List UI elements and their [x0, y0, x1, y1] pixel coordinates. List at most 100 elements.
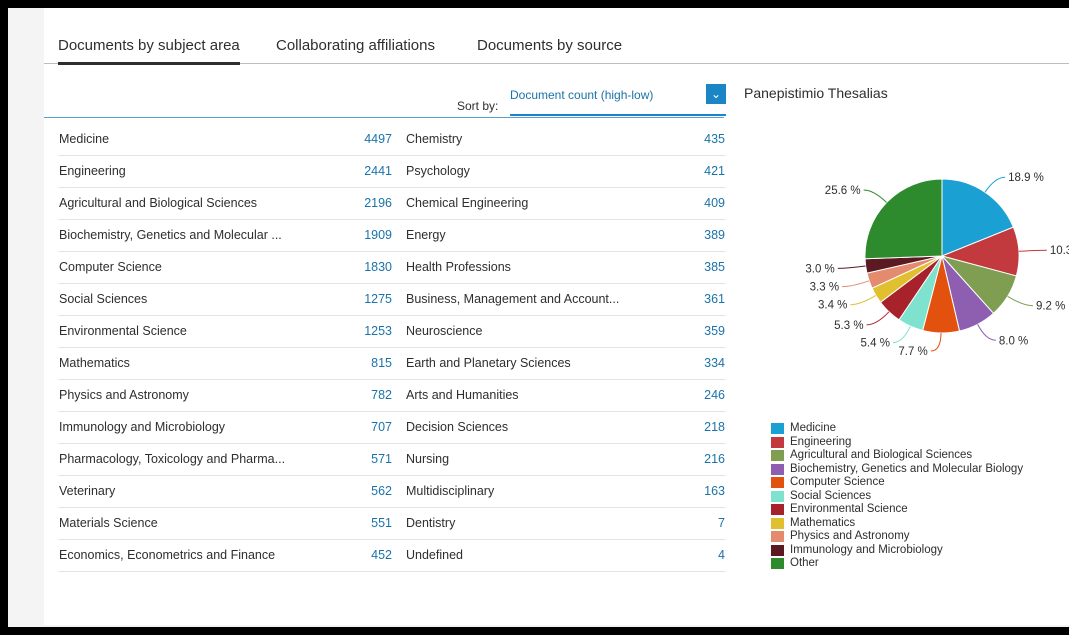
pie-slice[interactable]	[864, 178, 943, 260]
subject-name: Undefined	[406, 548, 463, 562]
tab-documents-by-subject-area[interactable]: Documents by subject area	[58, 37, 240, 65]
legend-label: Engineering	[790, 435, 852, 448]
frame: Documents by subject area Collaborating …	[8, 8, 1069, 627]
pie-data-label: 10.3 %	[1050, 245, 1069, 257]
document-count-link[interactable]: 1830	[329, 260, 392, 274]
table-row: Immunology and Microbiology 707 Decision S…	[59, 412, 725, 444]
pie-data-label: 7.7 %	[898, 346, 927, 358]
subject-name: Pharmacology, Toxicology and Pharma...	[59, 452, 286, 466]
subject-name: Agricultural and Biological Sciences	[59, 196, 258, 210]
pie-label-leader	[977, 324, 996, 341]
document-count-link[interactable]: 334	[665, 356, 725, 370]
document-count-link[interactable]: 562	[329, 484, 392, 498]
subject-name: Dentistry	[406, 516, 456, 530]
legend-label: Mathematics	[790, 516, 856, 529]
table-row: Veterinary 562 Multidisciplinary 163	[59, 476, 725, 508]
table-row: Computer Science 1830 Health Professions 38…	[59, 252, 725, 284]
document-count-link[interactable]: 815	[329, 356, 392, 370]
document-count-link[interactable]: 2196	[329, 196, 392, 210]
pie-data-label: 5.3 %	[834, 320, 863, 332]
document-count-link[interactable]: 4	[665, 548, 725, 562]
table-row: Agricultural and Biological Sciences 2196…	[59, 188, 725, 220]
document-count-link[interactable]: 409	[665, 196, 725, 210]
tab-bar: Documents by subject area Collaborating …	[44, 32, 1069, 65]
pie-chart: 18.9 % 10.3 % 9.2 % 8.0 % 7.7 % 5.4 % 5.3 % 3.4…	[805, 172, 1069, 358]
subject-name: Biochemistry, Genetics and Molecular ...	[59, 228, 282, 242]
document-count-link[interactable]: 359	[665, 324, 725, 338]
sort-by-label: Sort by:	[457, 99, 499, 113]
legend-label: Social Sciences	[790, 489, 872, 502]
legend-label: Computer Science	[790, 476, 885, 488]
document-count-link[interactable]: 2441	[329, 164, 392, 178]
document-count-link[interactable]: 1253	[329, 324, 392, 338]
table-row: Materials Science 551 Dentistry 7	[59, 508, 725, 540]
document-count-link[interactable]: 551	[329, 516, 392, 530]
legend-label: Medicine	[790, 422, 837, 434]
document-count-link[interactable]: 218	[665, 420, 725, 434]
sort-select-value: Document count (high-low)	[510, 88, 654, 102]
document-count-link[interactable]: 216	[665, 452, 725, 466]
document-count-link[interactable]: 421	[665, 164, 725, 178]
legend-swatch	[771, 558, 784, 569]
subject-name: Chemical Engineering	[406, 196, 529, 210]
subject-name: Engineering	[59, 164, 126, 178]
pie-data-label: 3.0 %	[805, 263, 834, 275]
pie-data-label: 5.4 %	[861, 338, 890, 350]
chevron-down-icon[interactable]: ⌄	[706, 84, 726, 104]
pie-label-leader	[1007, 295, 1033, 307]
pie-label-leader	[837, 265, 866, 269]
pie-data-label: 8.0 %	[999, 335, 1028, 347]
legend-label: Environmental Science	[790, 503, 908, 515]
pie-label-leader	[850, 295, 877, 306]
pie-label-leader	[1018, 249, 1047, 252]
legend-label: Other	[790, 557, 819, 569]
document-count-link[interactable]: 707	[329, 420, 392, 434]
document-count-link[interactable]: 7	[665, 516, 725, 530]
pie-label-leader	[863, 189, 887, 203]
subject-name: Business, Management and Account...	[406, 292, 620, 306]
tab-collaborating-affiliations[interactable]: Collaborating affiliations	[276, 37, 435, 62]
legend-swatch	[771, 517, 784, 529]
legend-label: Biochemistry, Genetics and Molecular Bio…	[790, 462, 1024, 475]
subject-name: Chemistry	[406, 132, 463, 146]
document-count-link[interactable]: 1275	[329, 292, 392, 306]
subject-name: Economics, Econometrics and Finance	[59, 548, 276, 562]
document-count-link[interactable]: 571	[329, 452, 392, 466]
subject-name: Social Sciences	[59, 292, 148, 306]
tab-documents-by-source[interactable]: Documents by source	[477, 37, 622, 62]
document-count-link[interactable]: 4497	[329, 132, 392, 146]
pie-data-label: 18.9 %	[1008, 172, 1044, 184]
subject-name: Nursing	[406, 452, 450, 466]
legend-swatch	[771, 477, 784, 488]
document-count-link[interactable]: 163	[665, 484, 725, 498]
table-row: Economics, Econometrics and Finance 452 Un…	[59, 540, 725, 572]
pie-label-leader	[984, 176, 1006, 193]
legend-swatch	[771, 544, 784, 556]
legend-swatch	[771, 463, 784, 475]
subject-name: Computer Science	[59, 260, 162, 274]
document-count-link[interactable]: 389	[665, 228, 725, 242]
subject-name: Energy	[406, 228, 446, 242]
analysis-panel: Documents by subject area Collaborating …	[44, 8, 1069, 625]
sort-select[interactable]: Document count (high-low) ⌄	[510, 84, 726, 114]
subject-name: Immunology and Microbiology	[59, 420, 226, 434]
legend-swatch	[771, 490, 784, 502]
table-row: Mathematics 815 Earth and Planetary Scienc…	[59, 348, 725, 380]
subject-name: Health Professions	[406, 260, 511, 274]
table-row: Pharmacology, Toxicology and Pharma... 57…	[59, 444, 725, 476]
document-count-link[interactable]: 1909	[329, 228, 392, 242]
pie-label-leader	[930, 332, 942, 352]
table-row: Physics and Astronomy 782 Arts and Humanit…	[59, 380, 725, 412]
subject-name: Physics and Astronomy	[59, 388, 189, 402]
legend-swatch	[771, 423, 784, 434]
document-count-link[interactable]: 435	[665, 132, 725, 146]
document-count-link[interactable]: 452	[329, 548, 392, 562]
document-count-link[interactable]: 782	[329, 388, 392, 402]
legend-swatch	[771, 504, 784, 515]
document-count-link[interactable]: 385	[665, 260, 725, 274]
subject-name: Environmental Science	[59, 324, 187, 338]
document-count-link[interactable]: 246	[665, 388, 725, 402]
legend-swatch	[771, 450, 784, 461]
chart-title: Panepistimio Thesalias	[744, 85, 888, 101]
document-count-link[interactable]: 361	[665, 292, 725, 306]
